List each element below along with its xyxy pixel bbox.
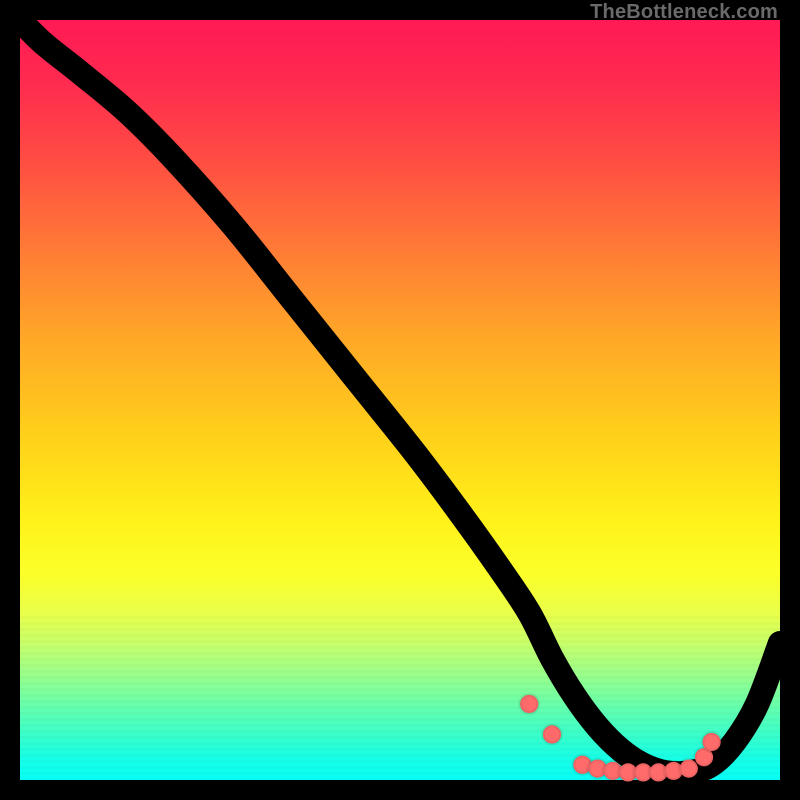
chart-stage: TheBottleneck.com — [0, 0, 800, 800]
curve-path — [20, 20, 780, 773]
marker-dot — [543, 725, 561, 743]
chart-svg — [20, 20, 780, 780]
plot-area — [20, 20, 780, 780]
marker-dot — [702, 733, 720, 751]
marker-dot — [520, 695, 538, 713]
watermark-text: TheBottleneck.com — [590, 2, 778, 22]
